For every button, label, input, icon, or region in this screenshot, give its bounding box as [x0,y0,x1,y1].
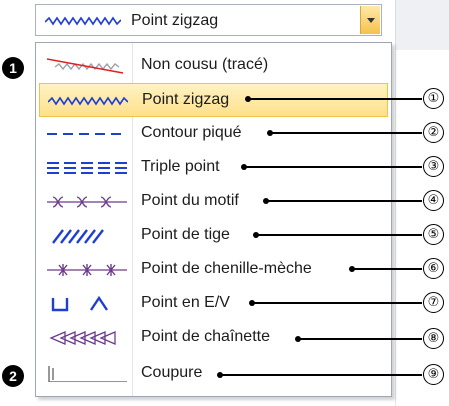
callout-number-2: ② [423,122,444,143]
callout-number-7: ⑦ [423,292,444,313]
dropdown-item-label: Point de tige [141,226,230,243]
dropdown-item-ev-stitch[interactable]: Point en E/V [39,287,388,321]
dropdown-item-label: Point en E/V [141,294,230,311]
callout-leader-2 [267,130,422,136]
callout-leader-3 [241,164,422,170]
combo-selected-label: Point zigzag [131,12,219,29]
dropdown-item-label: Point zigzag [142,91,230,108]
dropdown-item-not-sewn[interactable]: Non cousu (tracé) [39,49,388,83]
dropdown-item-stem-stitch[interactable]: Point de tige [39,219,388,253]
background-divider [395,50,396,406]
callout-number-9: ⑨ [423,364,444,385]
dropdown-item-label: Point de chaînette [141,328,270,345]
callout-leader-5 [253,232,422,238]
callout-number-4: ④ [423,190,444,211]
dropdown-item-label: Triple point [141,158,220,175]
motif-stitch-icon [47,196,127,208]
callout-number-8: ⑧ [423,328,444,349]
stem-stitch-icon [52,229,104,244]
dropdown-item-label: Contour piqué [141,124,242,141]
callout-leader-8 [295,336,422,342]
callout-number-6: ⑥ [423,258,444,279]
callout-leader-7 [249,300,422,306]
dropdown-item-candlewicking[interactable]: Point de chenille-mèche [39,253,388,287]
running-stitch-icon [47,133,127,135]
sewing-type-combo[interactable]: Point zigzag [35,4,382,36]
sewing-type-dropdown: Non cousu (tracé) Point zigzag Contour p… [35,42,392,397]
zigzag-stitch-icon [48,96,128,106]
dropdown-item-running-stitch[interactable]: Contour piqué [39,117,388,151]
chevron-down-icon[interactable] [360,6,380,34]
dropdown-item-motif-stitch[interactable]: Point du motif [39,185,388,219]
callout-number-5: ⑤ [423,224,444,245]
background-toolbar [395,0,449,50]
ev-stitch-icon [51,296,108,312]
dropdown-item-zigzag[interactable]: Point zigzag [39,83,388,117]
callout-leader-9 [217,372,422,378]
callout-leader-6 [349,266,422,272]
zigzag-stitch-icon [45,16,121,26]
dropdown-item-label: Point du motif [141,192,239,209]
dropdown-item-triple-stitch[interactable]: Triple point [39,151,388,185]
not-sewn-stitch-icon [47,58,124,74]
cut-icon [48,366,127,382]
callout-marker-2: 2 [2,365,24,387]
dropdown-item-label: Point de chenille-mèche [141,260,312,277]
chain-stitch-icon [49,331,116,345]
callout-leader-4 [263,198,422,204]
callout-leader-1 [245,96,422,102]
callout-number-1: ① [423,88,444,109]
dropdown-item-label: Non cousu (tracé) [141,56,269,73]
candlewicking-stitch-icon [47,264,127,276]
triple-stitch-icon [47,162,127,174]
dropdown-item-label: Coupure [141,364,203,381]
callout-marker-1: 1 [2,57,24,79]
callout-number-3: ③ [423,156,444,177]
